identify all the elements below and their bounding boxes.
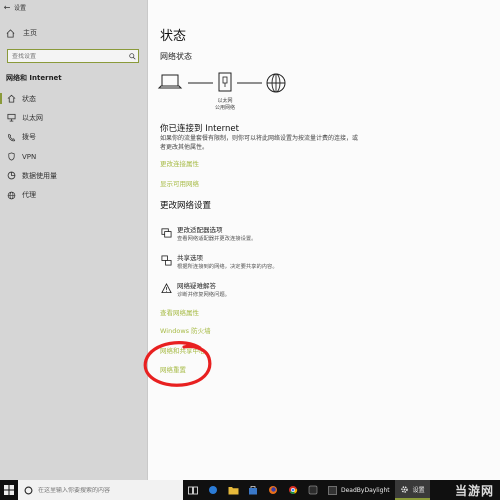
- window-title: 设置: [14, 4, 27, 12]
- sidebar-item-vpn[interactable]: VPN: [0, 147, 148, 166]
- app-icon: [308, 485, 318, 495]
- network-reset-link[interactable]: 网络重置: [160, 364, 186, 374]
- home-label: 主页: [23, 29, 37, 37]
- taskbar-app-store[interactable]: [243, 480, 263, 500]
- taskbar: DeadByDaylight 设置: [0, 480, 500, 500]
- change-connection-properties-link[interactable]: 更改连接属性: [160, 158, 199, 168]
- task-view-button[interactable]: [183, 480, 203, 500]
- watermark: 当游网: [454, 484, 494, 498]
- option-description: 根据所连接到的网络，决定要共享的内容。: [177, 264, 278, 270]
- network-sharing-center-link[interactable]: 网络和共享中心: [160, 345, 206, 355]
- task-view-icon: [188, 486, 198, 494]
- connected-heading: 你已连接到 Internet: [160, 124, 239, 134]
- windows-firewall-link[interactable]: Windows 防火墙: [160, 325, 211, 335]
- globe-icon: [0, 191, 22, 200]
- taskbar-app-edge[interactable]: [203, 480, 223, 500]
- option-title: 更改适配器选项: [177, 226, 223, 234]
- sidebar-item-label: 代理: [22, 191, 36, 200]
- main-content: 状态 网络状态 以太网 公用网络 你已连接到 Internet 如果你的流量套餐…: [148, 0, 500, 480]
- settings-search-box[interactable]: [7, 49, 139, 63]
- folder-icon: [228, 486, 238, 494]
- sidebar-item-label: 拨号: [22, 133, 36, 142]
- option-title: 共享选项: [177, 254, 203, 262]
- gear-icon: [400, 485, 408, 493]
- taskbar-search-input[interactable]: [38, 486, 178, 494]
- sidebar-item-label: VPN: [22, 152, 37, 161]
- data-usage-icon: [0, 171, 22, 180]
- share-icon: [160, 254, 172, 271]
- warning-icon: [160, 282, 172, 299]
- network-status-title: 网络状态: [160, 52, 192, 61]
- game-icon: [328, 485, 337, 495]
- sidebar-item-data-usage[interactable]: 数据使用量: [0, 166, 148, 185]
- sidebar-item-status[interactable]: 状态: [0, 89, 148, 108]
- option-adapter[interactable]: 更改适配器选项 查看网络适配器并更改连接设置。: [160, 226, 256, 243]
- settings-search-input[interactable]: [8, 52, 126, 60]
- option-sharing[interactable]: 共享选项 根据所连接到的网络，决定要共享的内容。: [160, 254, 278, 271]
- status-icon: [0, 94, 22, 103]
- windows-logo-icon: [4, 485, 14, 495]
- home-nav-item[interactable]: 主页: [6, 28, 37, 38]
- title-bar: ← 设置: [0, 0, 148, 14]
- edge-icon: [209, 486, 217, 494]
- search-icon[interactable]: [126, 52, 138, 60]
- ethernet-icon: [0, 113, 22, 122]
- adapter-name: 以太网: [217, 98, 233, 104]
- adapter-icon: [160, 226, 172, 243]
- internet-globe-icon: [266, 73, 286, 93]
- sidebar-item-ethernet[interactable]: 以太网: [0, 108, 148, 127]
- show-available-networks-link[interactable]: 显示可用网络: [160, 178, 199, 188]
- taskbar-app-label: 设置: [412, 486, 425, 494]
- taskbar-search-box[interactable]: [18, 480, 183, 500]
- firefox-icon: [269, 486, 277, 494]
- taskbar-app-deadbydaylight[interactable]: DeadByDaylight: [323, 480, 395, 500]
- taskbar-app-label: DeadByDaylight: [341, 486, 390, 494]
- taskbar-app-firefox[interactable]: [263, 480, 283, 500]
- sidebar-nav: 状态 以太网 拨号 VPN 数据使用量 代理: [0, 89, 148, 205]
- phone-icon: [0, 133, 22, 142]
- page-title: 状态: [160, 29, 187, 44]
- sidebar-item-label: 数据使用量: [22, 171, 57, 180]
- connected-description: 如果你的流量套餐有限制，则你可以将此网络设置为按流量计费的连接，或者更改其他属性…: [160, 135, 359, 151]
- store-bag-icon: [249, 486, 257, 495]
- home-icon: [6, 28, 15, 38]
- network-profile: 公用网络: [214, 105, 235, 111]
- taskbar-app-explorer[interactable]: [223, 480, 243, 500]
- taskbar-app-settings[interactable]: 设置: [394, 480, 430, 500]
- option-title: 网络疑难解答: [177, 282, 216, 290]
- laptop-icon: [157, 74, 183, 89]
- network-status-diagram: 以太网 公用网络: [156, 70, 316, 112]
- start-button[interactable]: [0, 480, 18, 500]
- diagram-adapter-label: 以太网 公用网络: [205, 98, 245, 112]
- option-description: 查看网络适配器并更改连接设置。: [177, 236, 257, 242]
- option-troubleshoot[interactable]: 网络疑难解答 诊断并修复网络问题。: [160, 282, 230, 299]
- vpn-icon: [0, 152, 22, 161]
- view-network-properties-link[interactable]: 查看网络属性: [160, 307, 199, 317]
- section-title: 网络和 Internet: [6, 74, 62, 82]
- cortana-circle-icon: [24, 486, 33, 494]
- back-arrow-icon[interactable]: ←: [0, 3, 14, 12]
- sidebar-item-dialup[interactable]: 拨号: [0, 128, 148, 147]
- change-network-settings-heading: 更改网络设置: [160, 201, 212, 211]
- option-description: 诊断并修复网络问题。: [177, 292, 230, 298]
- settings-sidebar: ← 设置 主页 网络和 Internet 状态 以太网 拨: [0, 0, 148, 480]
- taskbar-app-chrome[interactable]: [283, 480, 303, 500]
- sidebar-item-proxy[interactable]: 代理: [0, 185, 148, 204]
- ethernet-port-icon: [218, 72, 232, 92]
- chrome-icon: [289, 486, 298, 494]
- sidebar-item-label: 以太网: [22, 113, 43, 122]
- sidebar-item-label: 状态: [22, 94, 36, 103]
- taskbar-app-generic[interactable]: [303, 480, 323, 500]
